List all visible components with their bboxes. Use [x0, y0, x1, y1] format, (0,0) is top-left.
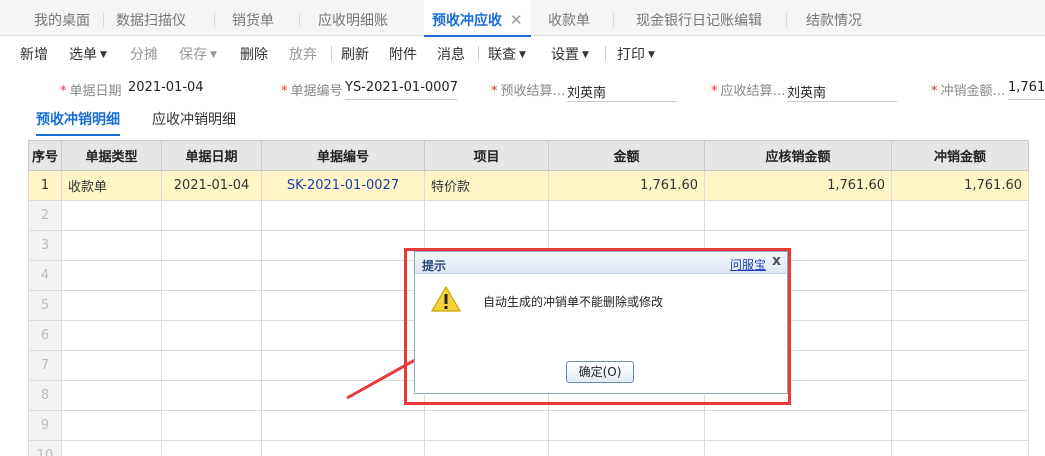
close-icon[interactable]: x	[772, 253, 781, 269]
warning-icon	[431, 285, 461, 312]
help-link[interactable]: 问服宝	[730, 256, 766, 273]
ok-button[interactable]: 确定(O)	[566, 361, 634, 383]
dialog-title: 提示	[422, 259, 447, 273]
alert-dialog: 提示 问服宝 x 自动生成的冲销单不能删除或修改 确定(O)	[414, 251, 788, 394]
dialog-titlebar[interactable]: 提示 问服宝 x	[415, 252, 787, 274]
dialog-message: 自动生成的冲销单不能删除或修改	[483, 295, 664, 309]
